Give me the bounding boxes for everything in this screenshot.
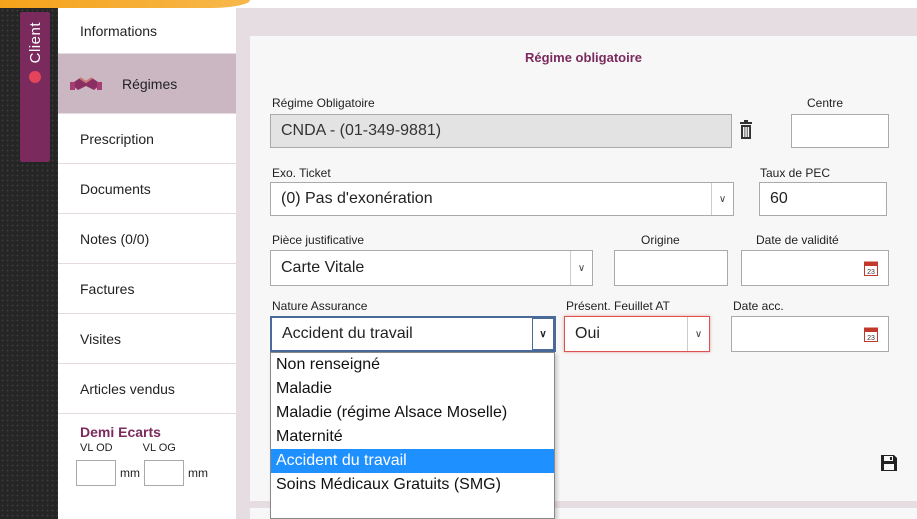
taux-pec-value: 60 xyxy=(770,190,788,207)
panel-title: Régime obligatoire xyxy=(524,50,643,65)
dropdown-option[interactable]: Maternité xyxy=(271,425,554,449)
nature-assurance-dropdown: Non renseigné Maladie Maladie (régime Al… xyxy=(270,352,555,519)
centre-label: Centre xyxy=(807,96,844,110)
sidebar-item-label: Documents xyxy=(80,180,151,197)
top-bar xyxy=(0,0,917,8)
svg-text:23: 23 xyxy=(867,335,875,342)
sidebar-item-articles-vendus[interactable]: Articles vendus xyxy=(58,364,236,414)
sidebar-item-label: Articles vendus xyxy=(80,380,175,397)
sidebar-item-prescription[interactable]: Prescription xyxy=(58,114,236,164)
calendar-icon[interactable]: 23 xyxy=(864,260,878,276)
sidebar-item-documents[interactable]: Documents xyxy=(58,164,236,214)
sidebar-item-label: Prescription xyxy=(80,130,154,147)
date-validite-label: Date de validité xyxy=(756,233,839,247)
taux-pec-input[interactable]: 60 xyxy=(759,182,887,216)
centre-input[interactable] xyxy=(791,114,889,148)
client-tab-label: Client xyxy=(26,22,44,64)
date-acc-input[interactable]: 23 xyxy=(731,316,889,352)
demi-ecarts-title: Demi Ecarts xyxy=(80,424,161,440)
sidebar-item-label: Régimes xyxy=(122,75,178,92)
present-feuillet-label: Présent. Feuillet AT xyxy=(566,299,670,313)
regime-obligatoire-label: Régime Obligatoire xyxy=(272,96,375,110)
exo-ticket-select[interactable]: (0) Pas d'exonération ∨ xyxy=(270,182,734,216)
brand-stripe xyxy=(0,0,250,8)
nature-assurance-value: Accident du travail xyxy=(282,325,413,342)
vl-od-unit: mm xyxy=(120,466,140,480)
chevron-down-icon: ∨ xyxy=(711,183,733,215)
sidebar-item-label: Visites xyxy=(80,330,121,347)
sidebar-item-notes[interactable]: Notes (0/0) xyxy=(58,214,236,264)
exo-ticket-label: Exo. Ticket xyxy=(272,166,331,180)
sidebar-item-label: Informations xyxy=(80,22,158,39)
piece-justificative-select[interactable]: Carte Vitale ∨ xyxy=(270,250,593,286)
date-validite-input[interactable]: 23 xyxy=(741,250,889,286)
origine-input[interactable] xyxy=(614,250,728,286)
vl-od-input[interactable] xyxy=(76,460,116,486)
origine-label: Origine xyxy=(641,233,680,247)
trash-icon[interactable] xyxy=(739,120,753,140)
taux-pec-label: Taux de PEC xyxy=(760,166,831,180)
dropdown-option[interactable]: Maladie (régime Alsace Moselle) xyxy=(271,401,554,425)
piece-justificative-label: Pièce justificative xyxy=(272,233,365,247)
calendar-icon[interactable]: 23 xyxy=(864,326,878,342)
sidebar-item-visites[interactable]: Visites xyxy=(58,314,236,364)
save-icon[interactable] xyxy=(880,454,898,472)
exo-ticket-value: (0) Pas d'exonération xyxy=(281,190,433,207)
present-feuillet-select[interactable]: Oui ∨ xyxy=(564,316,710,352)
sidebar-item-factures[interactable]: Factures xyxy=(58,264,236,314)
dropdown-option[interactable]: Non renseigné xyxy=(271,353,554,377)
chevron-down-icon: ∨ xyxy=(532,318,554,350)
chevron-down-icon: ∨ xyxy=(570,251,592,285)
piece-justificative-value: Carte Vitale xyxy=(281,259,365,276)
dropdown-option[interactable]: Maladie xyxy=(271,377,554,401)
sidebar-item-informations[interactable]: Informations xyxy=(58,8,236,54)
sidebar-item-label: Factures xyxy=(80,280,135,297)
sidebar: Informations Régimes Prescription Docume… xyxy=(58,8,236,519)
dropdown-option[interactable]: Soins Médicaux Gratuits (SMG) xyxy=(271,473,554,497)
demi-ecarts-section: Demi Ecarts VL OD VL OG mm mm xyxy=(58,414,236,486)
sidebar-item-regimes[interactable]: Régimes xyxy=(58,54,236,114)
vl-og-input[interactable] xyxy=(144,460,184,486)
sidebar-item-label: Notes (0/0) xyxy=(80,230,150,247)
vl-od-label: VL OD xyxy=(80,442,113,454)
present-feuillet-value: Oui xyxy=(575,325,600,342)
dropdown-option-selected[interactable]: Accident du travail xyxy=(271,449,554,473)
chevron-down-icon: ∨ xyxy=(687,317,709,351)
client-tab[interactable]: Client xyxy=(20,12,50,162)
nature-assurance-label: Nature Assurance xyxy=(272,299,368,313)
handshake-icon xyxy=(68,70,104,98)
nature-assurance-select[interactable]: Accident du travail ∨ xyxy=(270,316,556,352)
date-acc-label: Date acc. xyxy=(733,299,784,313)
client-badge-icon xyxy=(27,69,43,86)
vl-og-unit: mm xyxy=(188,466,208,480)
svg-text:23: 23 xyxy=(867,269,875,276)
regime-obligatoire-field: CNDA - (01-349-9881) xyxy=(270,114,732,148)
regime-obligatoire-value: CNDA - (01-349-9881) xyxy=(281,122,442,139)
vl-og-label: VL OG xyxy=(142,442,176,454)
